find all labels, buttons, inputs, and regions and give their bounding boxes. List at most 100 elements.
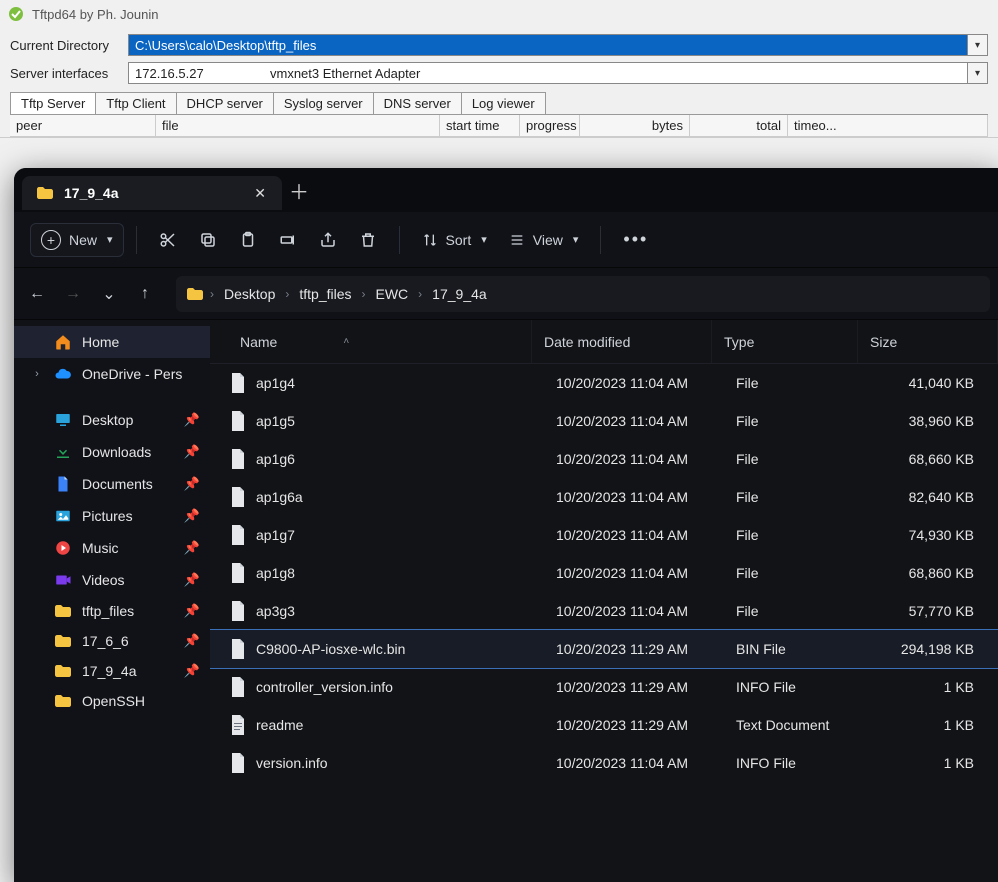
col-peer[interactable]: peer — [10, 115, 156, 137]
bc-desktop[interactable]: Desktop — [220, 282, 279, 306]
tftp-window: Tftpd64 by Ph. Jounin Current Directory … — [0, 0, 998, 138]
view-button[interactable]: View ▾ — [499, 226, 589, 254]
pin-icon: 📌 — [184, 476, 200, 492]
tab-dns-server[interactable]: DNS server — [373, 92, 462, 114]
folder-icon — [36, 186, 54, 200]
folder-icon — [54, 694, 72, 708]
table-row[interactable]: ap1g510/20/2023 11:04 AMFile38,960 KB — [210, 402, 998, 440]
sidebar-item-home[interactable]: Home — [14, 326, 210, 358]
col-name[interactable]: Name˄ — [210, 320, 532, 363]
tab-syslog-server[interactable]: Syslog server — [273, 92, 374, 114]
sidebar-item-label: Home — [82, 334, 119, 350]
delete-button[interactable] — [349, 223, 387, 257]
sidebar-item-17-6-6[interactable]: 17_6_6📌 — [14, 626, 210, 656]
col-date-modified[interactable]: Date modified — [532, 320, 712, 363]
sidebar-item-documents[interactable]: Documents📌 — [14, 468, 210, 500]
trash-icon — [359, 231, 377, 249]
file-name: controller_version.info — [256, 679, 393, 695]
col-timeo[interactable]: timeo... — [788, 115, 988, 137]
table-row[interactable]: controller_version.info10/20/2023 11:29 … — [210, 668, 998, 706]
file-list[interactable]: ap1g410/20/2023 11:04 AMFile41,040 KBap1… — [210, 364, 998, 882]
explorer-tab[interactable]: 17_9_4a ✕ — [22, 176, 282, 210]
file-name: ap1g4 — [256, 375, 295, 391]
sidebar-item-downloads[interactable]: Downloads 📌 — [14, 436, 210, 468]
bc-tftp-files[interactable]: tftp_files — [295, 282, 355, 306]
pin-icon: 📌 — [184, 444, 200, 460]
current-directory-value[interactable]: C:\Users\calo\Desktop\tftp_files — [129, 35, 967, 55]
table-row[interactable]: ap1g610/20/2023 11:04 AMFile68,660 KB — [210, 440, 998, 478]
file-date: 10/20/2023 11:04 AM — [544, 755, 724, 771]
tab-log-viewer[interactable]: Log viewer — [461, 92, 546, 114]
pin-icon: 📌 — [184, 663, 200, 679]
table-row[interactable]: version.info10/20/2023 11:04 AMINFO File… — [210, 744, 998, 782]
new-button[interactable]: + New ▾ — [30, 223, 124, 257]
tab-tftp-server[interactable]: Tftp Server — [10, 92, 96, 114]
new-tab-button[interactable]: ＋ — [282, 176, 316, 205]
copy-button[interactable] — [189, 223, 227, 257]
sidebar-item-onedrive[interactable]: › OneDrive - Pers — [14, 358, 210, 390]
tab-tftp-client[interactable]: Tftp Client — [95, 92, 176, 114]
col-start-time[interactable]: start time — [440, 115, 520, 137]
current-directory-combo[interactable]: C:\Users\calo\Desktop\tftp_files ▾ — [128, 34, 988, 56]
file-icon — [230, 753, 246, 773]
dropdown-arrow-icon[interactable]: ▾ — [967, 63, 987, 83]
table-row[interactable]: ap1g6a10/20/2023 11:04 AMFile82,640 KB — [210, 478, 998, 516]
col-type[interactable]: Type — [712, 320, 858, 363]
rename-button[interactable] — [269, 223, 307, 257]
table-row[interactable]: ap3g310/20/2023 11:04 AMFile57,770 KB — [210, 592, 998, 630]
nav-forward[interactable]: → — [58, 279, 88, 309]
pictures-icon — [54, 507, 72, 525]
tab-dhcp-server[interactable]: DHCP server — [176, 92, 274, 114]
explorer-window: 17_9_4a ✕ ＋ + New ▾ Sort ▾ View ▾ •• — [14, 168, 998, 882]
breadcrumb[interactable]: › Desktop › tftp_files › EWC › 17_9_4a — [176, 276, 990, 312]
nav-recent[interactable]: ⌄ — [94, 279, 124, 309]
paste-button[interactable] — [229, 223, 267, 257]
file-list-header: Name˄ Date modified Type Size — [210, 320, 998, 364]
file-size: 41,040 KB — [870, 375, 998, 391]
bc-ewc[interactable]: EWC — [372, 282, 413, 306]
nav-up[interactable]: ↑ — [130, 279, 160, 309]
sort-button[interactable]: Sort ▾ — [412, 226, 497, 254]
file-name: ap1g6a — [256, 489, 303, 505]
tftp-titlebar: Tftpd64 by Ph. Jounin — [0, 0, 998, 28]
pin-icon: 📌 — [184, 412, 200, 428]
sidebar-item-music[interactable]: Music📌 — [14, 532, 210, 564]
dropdown-arrow-icon[interactable]: ▾ — [967, 35, 987, 55]
close-tab-icon[interactable]: ✕ — [248, 181, 272, 206]
table-row[interactable]: ap1g410/20/2023 11:04 AMFile41,040 KB — [210, 364, 998, 402]
col-size[interactable]: Size — [858, 320, 998, 363]
chevron-down-icon: ▾ — [107, 233, 113, 246]
file-date: 10/20/2023 11:29 AM — [544, 641, 724, 657]
col-total[interactable]: total — [690, 115, 788, 137]
sidebar-item-label: tftp_files — [82, 603, 134, 619]
col-bytes[interactable]: bytes — [580, 115, 690, 137]
table-row[interactable]: ap1g710/20/2023 11:04 AMFile74,930 KB — [210, 516, 998, 554]
file-type: File — [724, 375, 870, 391]
home-icon — [54, 333, 72, 351]
file-icon — [230, 373, 246, 393]
sidebar-item-17-9-4a[interactable]: 17_9_4a📌 — [14, 656, 210, 686]
col-file[interactable]: file — [156, 115, 440, 137]
file-date: 10/20/2023 11:04 AM — [544, 489, 724, 505]
more-button[interactable]: ••• — [613, 221, 658, 258]
cut-button[interactable] — [149, 223, 187, 257]
nav-back[interactable]: ← — [22, 279, 52, 309]
sort-button-label: Sort — [446, 232, 472, 248]
table-row[interactable]: readme10/20/2023 11:29 AMText Document1 … — [210, 706, 998, 744]
table-row[interactable]: ap1g810/20/2023 11:04 AMFile68,860 KB — [210, 554, 998, 592]
sidebar-item-desktop[interactable]: Desktop📌 — [14, 404, 210, 436]
chevron-right-icon: › — [418, 287, 422, 301]
sidebar-item-openssh[interactable]: OpenSSH — [14, 686, 210, 716]
sidebar-item-pictures[interactable]: Pictures📌 — [14, 500, 210, 532]
sidebar-item-label: Downloads — [82, 444, 151, 460]
share-button[interactable] — [309, 223, 347, 257]
col-progress[interactable]: progress — [520, 115, 580, 137]
server-interfaces-combo[interactable]: 172.16.5.27 vmxnet3 Ethernet Adapter ▾ — [128, 62, 988, 84]
sidebar-item-tftp-files[interactable]: tftp_files📌 — [14, 596, 210, 626]
file-size: 1 KB — [870, 717, 998, 733]
bc-17-9-4a[interactable]: 17_9_4a — [428, 282, 491, 306]
file-type: File — [724, 451, 870, 467]
file-size: 1 KB — [870, 755, 998, 771]
sidebar-item-videos[interactable]: Videos📌 — [14, 564, 210, 596]
table-row[interactable]: C9800-AP-iosxe-wlc.bin10/20/2023 11:29 A… — [210, 630, 998, 668]
